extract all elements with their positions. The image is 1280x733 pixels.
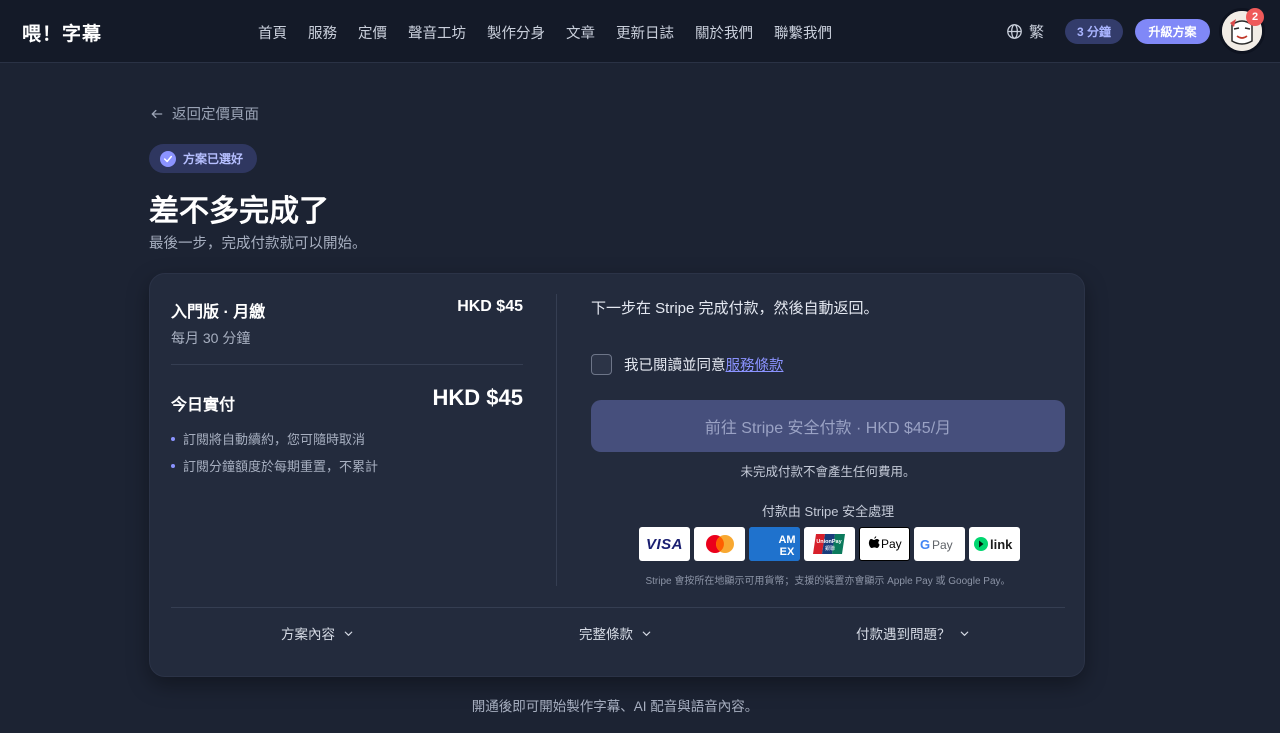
link-icon: link xyxy=(969,527,1020,561)
chip-label: 方案已選好 xyxy=(183,152,244,166)
no-charge-note: 未完成付款不會產生任何費用。 xyxy=(740,465,916,479)
google-pay-icon: G Pay xyxy=(914,527,965,561)
terms-link[interactable]: 服務條款 xyxy=(726,358,784,374)
upgrade-button[interactable]: 升級方案 xyxy=(1135,19,1210,44)
payment-method-logos: VISA AM EX UnionPay 銀聯 Pay G Pay link xyxy=(639,527,1020,561)
bullet-dot xyxy=(171,436,175,441)
svg-text:G: G xyxy=(920,537,930,552)
svg-text:Pay: Pay xyxy=(881,537,902,551)
list-item: 訂閱將自動續約，您可隨時取消 xyxy=(171,429,378,448)
subscription-notes: 訂閱將自動續約，您可隨時取消 訂閱分鐘額度於每期重置，不累計 xyxy=(171,429,378,483)
list-item: 訂閱分鐘額度於每期重置，不累計 xyxy=(171,456,378,475)
page-subtitle: 最後一步，完成付款就可以開始。 xyxy=(149,236,367,252)
summary-divider xyxy=(171,364,523,365)
svg-text:AM: AM xyxy=(778,534,795,546)
accordion-plan-details[interactable]: 方案內容 xyxy=(281,623,354,643)
stripe-pay-button[interactable]: 前往 Stripe 安全付款 · HKD $45/月 xyxy=(591,400,1065,452)
plan-name: 入門版 · 月繳 xyxy=(171,304,266,321)
accordion-label: 完整條款 xyxy=(579,627,633,642)
svg-text:銀聯: 銀聯 xyxy=(824,545,834,552)
terms-text: 我已閱讀並同意服務條款 xyxy=(624,354,784,375)
svg-text:link: link xyxy=(990,537,1013,552)
language-label: 繁 xyxy=(1029,24,1045,41)
nav-link-articles[interactable]: 文章 xyxy=(566,22,595,43)
mastercard-icon xyxy=(694,527,745,561)
note-text: 訂閱分鐘額度於每期重置，不累計 xyxy=(183,459,379,474)
svg-text:UnionPay: UnionPay xyxy=(816,539,842,545)
chevron-down-icon xyxy=(344,631,353,636)
currency-note: Stripe 會按所在地顯示可用貨幣；支援的裝置亦會顯示 Apple Pay 或… xyxy=(645,576,1011,587)
note-text: 訂閱將自動續約，您可隨時取消 xyxy=(183,432,366,447)
column-divider xyxy=(556,294,557,586)
plan-price: HKD $45 xyxy=(457,298,523,315)
card-bottom-divider xyxy=(171,607,1065,608)
nav-link-voice-studio[interactable]: 聲音工坊 xyxy=(408,22,466,43)
apple-pay-icon: Pay xyxy=(859,527,910,561)
terms-checkbox[interactable] xyxy=(591,354,612,375)
language-switcher[interactable]: 繁 xyxy=(1006,21,1044,42)
secured-by-text: 付款由 Stripe 安全處理 xyxy=(761,504,895,519)
visa-text: VISA xyxy=(645,535,683,553)
plan-selected-chip: 方案已選好 xyxy=(149,144,257,173)
accordion-payment-help[interactable]: 付款遇到問題？ xyxy=(856,623,970,643)
nav-link-pricing[interactable]: 定價 xyxy=(358,22,387,43)
chevron-down-icon xyxy=(960,631,968,636)
nav-link-changelog[interactable]: 更新日誌 xyxy=(616,22,674,43)
brand-logo[interactable]: 喂！字幕 xyxy=(22,19,102,46)
nav-link-about[interactable]: 關於我們 xyxy=(695,22,753,43)
today-amount: HKD $45 xyxy=(432,385,523,410)
check-circle-icon xyxy=(160,150,176,167)
back-to-pricing-link[interactable]: 返回定價頁面 xyxy=(150,103,259,124)
unionpay-icon: UnionPay 銀聯 xyxy=(804,527,855,561)
bullet-dot xyxy=(171,463,175,468)
nav-link-avatar[interactable]: 製作分身 xyxy=(487,22,545,43)
nav-link-services[interactable]: 服務 xyxy=(308,22,337,43)
accordion-label: 付款遇到問題？ xyxy=(856,627,951,642)
terms-agreement: 我已閱讀並同意服務條款 xyxy=(591,354,784,375)
plan-minutes: 每月 30 分鐘 xyxy=(171,330,251,346)
visa-icon: VISA xyxy=(639,527,690,561)
chevron-down-icon xyxy=(642,631,651,636)
accordion-label: 方案內容 xyxy=(281,627,335,642)
next-step-text: 下一步在 Stripe 完成付款，然後自動返回。 xyxy=(591,300,879,317)
accordion-full-terms[interactable]: 完整條款 xyxy=(579,623,652,643)
today-label: 今日實付 xyxy=(171,397,236,414)
agree-prefix: 我已閱讀並同意 xyxy=(624,358,726,374)
checkout-card: 入門版 · 月繳 HKD $45 每月 30 分鐘 今日實付 HKD $45 訂… xyxy=(149,273,1085,677)
globe-icon xyxy=(1007,24,1022,39)
nav-link-contact[interactable]: 聯繫我們 xyxy=(774,22,832,43)
footer-note: 開通後即可開始製作字幕、AI 配音與語音內容。 xyxy=(471,699,759,714)
amex-icon: AM EX xyxy=(749,527,800,561)
minutes-balance-pill[interactable]: 3 分鐘 xyxy=(1065,19,1123,44)
svg-text:Pay: Pay xyxy=(932,538,953,552)
notification-badge: 2 xyxy=(1246,8,1264,26)
nav-links: 首頁 服務 定價 聲音工坊 製作分身 文章 更新日誌 關於我們 聯繫我們 xyxy=(258,22,832,43)
page-title: 差不多完成了 xyxy=(149,195,329,228)
top-nav: 喂！字幕 首頁 服務 定價 聲音工坊 製作分身 文章 更新日誌 關於我們 聯繫我… xyxy=(0,0,1280,63)
svg-text:EX: EX xyxy=(780,546,795,558)
back-label: 返回定價頁面 xyxy=(172,107,259,123)
nav-link-home[interactable]: 首頁 xyxy=(258,22,287,43)
arrow-left-icon xyxy=(151,109,163,118)
